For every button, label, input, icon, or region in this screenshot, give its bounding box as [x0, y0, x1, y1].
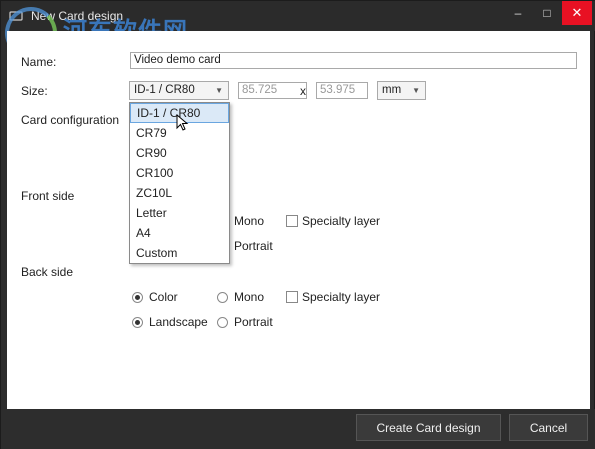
back-specialty-layer-checkbox[interactable] — [286, 291, 298, 303]
back-side-label: Back side — [21, 265, 74, 279]
back-color-label: Color — [149, 290, 178, 304]
front-mono-label: Mono — [234, 214, 265, 228]
front-side-label: Front side — [21, 189, 75, 203]
maximize-button[interactable]: □ — [533, 1, 561, 25]
title-bar[interactable]: New Card design ‒ □ ✕ — [1, 1, 595, 31]
unit-select[interactable]: mm ▼ — [377, 81, 426, 100]
size-option[interactable]: CR90 — [130, 143, 229, 163]
create-card-design-button[interactable]: Create Card design — [356, 414, 501, 441]
front-portrait-label: Portrait — [234, 239, 273, 253]
size-option[interactable]: CR100 — [130, 163, 229, 183]
back-portrait-radio[interactable] — [217, 317, 228, 328]
app-icon — [9, 11, 23, 21]
back-specialty-layer-label: Specialty layer — [302, 290, 381, 304]
dialog-footer: Create Card design Cancel — [1, 409, 595, 449]
name-input[interactable]: Video demo card — [130, 52, 577, 69]
front-specialty-layer-label: Specialty layer — [302, 214, 381, 228]
front-specialty-layer-checkbox[interactable] — [286, 215, 298, 227]
width-input[interactable]: 85.725 — [238, 82, 307, 99]
back-color-radio[interactable] — [132, 292, 143, 303]
name-label: Name: — [21, 55, 57, 69]
window-title: New Card design — [31, 9, 124, 23]
back-landscape-radio[interactable] — [132, 317, 143, 328]
card-configuration-label: Card configuration — [21, 113, 120, 127]
form-panel: Name: Video demo card Size: ID-1 / CR80 … — [7, 31, 590, 409]
height-input[interactable]: 53.975 — [316, 82, 368, 99]
chevron-down-icon: ▼ — [412, 86, 420, 95]
size-option[interactable]: A4 — [130, 223, 229, 243]
chevron-down-icon: ▼ — [215, 86, 223, 95]
back-mono-radio[interactable] — [217, 292, 228, 303]
size-option[interactable]: ZC10L — [130, 183, 229, 203]
back-mono-label: Mono — [234, 290, 265, 304]
new-card-design-dialog: New Card design ‒ □ ✕ 河东软件网 www.pc0359.c… — [0, 0, 595, 449]
back-landscape-label: Landscape — [149, 315, 208, 329]
size-select[interactable]: ID-1 / CR80 ▼ — [129, 81, 229, 100]
back-portrait-label: Portrait — [234, 315, 273, 329]
size-select-value: ID-1 / CR80 — [134, 84, 195, 96]
size-option[interactable]: Letter — [130, 203, 229, 223]
dimension-separator: x — [300, 84, 306, 98]
cancel-button[interactable]: Cancel — [509, 414, 588, 441]
mouse-cursor-icon — [176, 114, 189, 131]
minimize-button[interactable]: ‒ — [504, 1, 532, 25]
close-button[interactable]: ✕ — [562, 1, 592, 25]
size-option[interactable]: Custom — [130, 243, 229, 263]
unit-select-value: mm — [382, 84, 402, 96]
size-label: Size: — [21, 84, 48, 98]
